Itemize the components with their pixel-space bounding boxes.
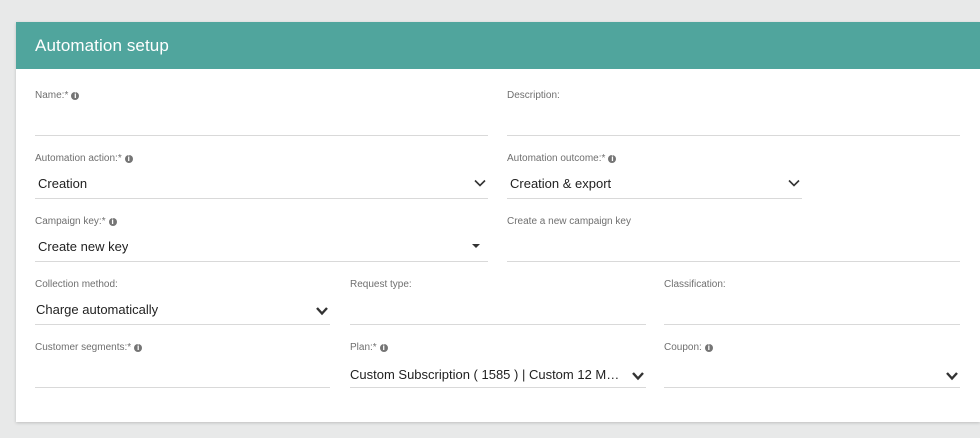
- automation-outcome-underline: [507, 198, 802, 199]
- name-input[interactable]: [35, 110, 492, 136]
- new-campaign-key-field[interactable]: Create a new campaign key: [507, 216, 964, 262]
- automation-outcome-value: Creation & export: [510, 176, 612, 191]
- request-type-label: Request type:: [350, 279, 412, 290]
- collection-method-value: Charge automatically: [36, 302, 159, 317]
- name-field[interactable]: Name:* i: [35, 90, 492, 136]
- classification-label: Classification:: [664, 279, 726, 290]
- page-title: Automation setup: [35, 36, 169, 55]
- request-type-field[interactable]: Request type:: [350, 279, 650, 325]
- customer-segments-input[interactable]: [35, 362, 334, 388]
- coupon-label: Coupon:: [664, 342, 702, 353]
- info-icon[interactable]: i: [108, 217, 117, 226]
- caret-down-icon[interactable]: [472, 244, 480, 248]
- coupon-underline: [664, 387, 960, 388]
- chevron-down-icon[interactable]: [315, 306, 329, 316]
- card-header: Automation setup: [16, 22, 980, 69]
- classification-input[interactable]: [664, 299, 964, 325]
- collection-method-select[interactable]: Collection method: Charge automatically: [35, 279, 330, 325]
- description-input[interactable]: [507, 110, 964, 136]
- classification-field[interactable]: Classification:: [664, 279, 964, 325]
- plan-underline: [350, 387, 646, 388]
- campaign-key-label: Campaign key:*: [35, 216, 106, 227]
- info-icon[interactable]: i: [608, 154, 617, 163]
- name-label: Name:*: [35, 90, 69, 101]
- automation-action-label: Automation action:*: [35, 153, 122, 164]
- campaign-key-value: Create new key: [38, 239, 129, 254]
- customer-segments-field[interactable]: Customer segments:* i: [35, 342, 334, 388]
- chevron-down-icon[interactable]: [631, 371, 645, 381]
- automation-outcome-label: Automation outcome:*: [507, 153, 606, 164]
- description-label: Description:: [507, 90, 560, 101]
- coupon-select[interactable]: Coupon: i: [664, 342, 960, 388]
- automation-setup-card: Automation setup Name:* i Description: A…: [16, 22, 980, 422]
- chevron-down-icon[interactable]: [945, 371, 959, 381]
- automation-action-value: Creation: [38, 176, 88, 191]
- description-field[interactable]: Description:: [507, 90, 964, 136]
- automation-action-select[interactable]: Automation action:* i Creation: [35, 153, 488, 199]
- customer-segments-label: Customer segments:*: [35, 342, 132, 353]
- new-campaign-key-input[interactable]: [507, 236, 964, 262]
- request-type-underline: [350, 324, 646, 325]
- request-type-input[interactable]: [350, 299, 650, 325]
- campaign-key-select[interactable]: Campaign key:* i Create new key: [35, 216, 488, 262]
- chevron-down-icon[interactable]: [473, 178, 487, 188]
- automation-action-underline: [35, 198, 488, 199]
- customer-segments-underline: [35, 387, 330, 388]
- classification-underline: [664, 324, 960, 325]
- info-icon[interactable]: i: [134, 343, 143, 352]
- info-icon[interactable]: i: [124, 154, 133, 163]
- info-icon[interactable]: i: [379, 343, 388, 352]
- plan-label: Plan:*: [350, 342, 377, 353]
- name-underline: [35, 135, 488, 136]
- plan-value: Custom Subscription ( 1585 ) | Custom 12…: [350, 367, 623, 382]
- automation-outcome-select[interactable]: Automation outcome:* i Creation & export: [507, 153, 802, 199]
- chevron-down-icon[interactable]: [787, 178, 801, 188]
- info-icon[interactable]: i: [71, 91, 80, 100]
- new-campaign-key-underline: [507, 261, 960, 262]
- info-icon[interactable]: i: [704, 343, 713, 352]
- plan-select[interactable]: Plan:* i Custom Subscription ( 1585 ) | …: [350, 342, 646, 388]
- campaign-key-underline: [35, 261, 488, 262]
- new-campaign-key-label: Create a new campaign key: [507, 216, 631, 227]
- description-underline: [507, 135, 960, 136]
- collection-method-underline: [35, 324, 330, 325]
- collection-method-label: Collection method:: [35, 279, 118, 290]
